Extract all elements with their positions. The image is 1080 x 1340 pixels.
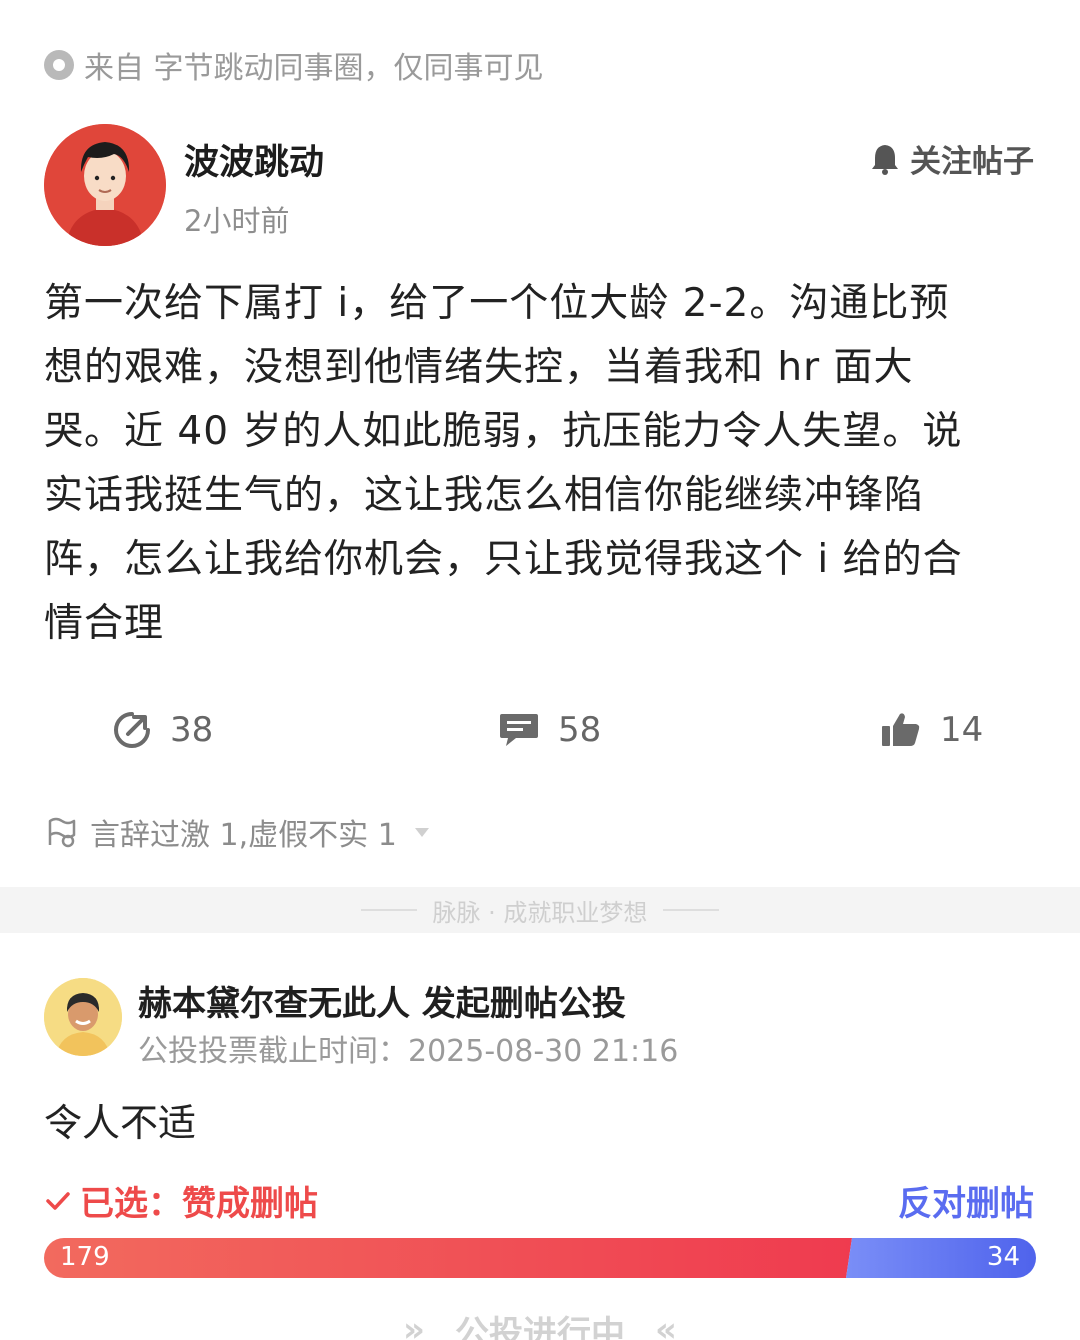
- report-text: 言辞过激 1,虚假不实 1: [90, 818, 397, 853]
- like-button[interactable]: 14: [880, 710, 983, 750]
- author-name[interactable]: 波波跳动: [184, 134, 324, 185]
- chevrons-right-icon: »: [403, 1310, 425, 1340]
- checkmark-icon: [46, 1191, 70, 1210]
- vote-deadline: 公投投票截止时间：2025-08-30 21:16: [138, 1034, 679, 1069]
- post-line: 哭。近 40 岁的人如此脆弱，抗压能力令人失望。说: [44, 409, 963, 454]
- post-line: 情合理: [44, 601, 165, 646]
- vote-reason: 令人不适: [44, 1101, 197, 1145]
- circle-dot-icon: [44, 50, 74, 80]
- divider-text: 脉脉 · 成就职业梦想: [432, 898, 648, 927]
- divider-line: [360, 909, 417, 911]
- thumbs-up-icon: [882, 713, 920, 746]
- vote-option-oppose[interactable]: 反对删帖: [898, 1176, 1034, 1225]
- comment-icon: [500, 714, 538, 746]
- comment-count: 58: [558, 710, 602, 750]
- author-avatar[interactable]: [44, 124, 166, 246]
- bell-icon: [872, 144, 898, 175]
- vote-bar-oppose: 34: [846, 1238, 1036, 1278]
- author-header: 波波跳动 2小时前 关注帖子: [44, 124, 1034, 246]
- like-count: 14: [940, 710, 984, 750]
- vote-option-approve[interactable]: 已选：赞成删帖: [44, 1176, 318, 1225]
- vote-options: 已选：赞成删帖 反对删帖: [44, 1176, 1034, 1225]
- post-line: 实话我挺生气的，这让我怎么相信你能继续冲锋陷: [44, 473, 925, 518]
- flag-report-icon: [48, 817, 76, 848]
- follow-post-button[interactable]: 关注帖子: [868, 136, 1034, 181]
- vote-title: 赫本黛尔查无此人 发起删帖公投: [138, 984, 626, 1024]
- source-bar: 来自 字节跳动同事圈，仅同事可见: [44, 44, 544, 86]
- post-time: 2小时前: [184, 204, 290, 238]
- comment-button[interactable]: 58: [498, 710, 601, 750]
- follow-label: 关注帖子: [910, 144, 1034, 180]
- dropdown-arrow-icon: [414, 827, 429, 837]
- vote-selected-label: 已选：赞成删帖: [80, 1184, 318, 1224]
- approve-count: 179: [60, 1242, 110, 1272]
- share-icon: [114, 712, 150, 748]
- divider-band: 脉脉 · 成就职业梦想: [0, 887, 1080, 933]
- action-bar: 38 58 14: [0, 710, 1080, 770]
- share-button[interactable]: 38: [112, 710, 213, 750]
- post-line: 想的艰难，没想到他情绪失控，当着我和 hr 面大: [44, 345, 914, 390]
- chevrons-left-icon: «: [655, 1310, 677, 1340]
- vote-status-text: 公投进行中: [455, 1313, 625, 1340]
- post-content: 第一次给下属打 i，给了一个位大龄 2-2。沟通比预 想的艰难，没想到他情绪失控…: [44, 272, 1036, 656]
- vote-bar-approve: 179: [44, 1238, 852, 1278]
- post-line: 第一次给下属打 i，给了一个位大龄 2-2。沟通比预: [44, 281, 950, 326]
- vote-status: » 公投进行中 «: [0, 1310, 1080, 1340]
- source-text: 来自 字节跳动同事圈，仅同事可见: [84, 51, 544, 86]
- vote-header: 赫本黛尔查无此人 发起删帖公投 公投投票截止时间：2025-08-30 21:1…: [44, 976, 1034, 1069]
- vote-progress-bar: 179 34: [44, 1238, 1036, 1278]
- divider-line: [663, 909, 720, 911]
- oppose-count: 34: [986, 1242, 1020, 1272]
- post-line: 阵，怎么让我给你机会，只让我觉得我这个 i 给的合: [44, 537, 963, 582]
- voter-avatar[interactable]: [44, 978, 122, 1056]
- share-count: 38: [170, 710, 214, 750]
- report-summary[interactable]: 言辞过激 1,虚假不实 1: [44, 810, 429, 854]
